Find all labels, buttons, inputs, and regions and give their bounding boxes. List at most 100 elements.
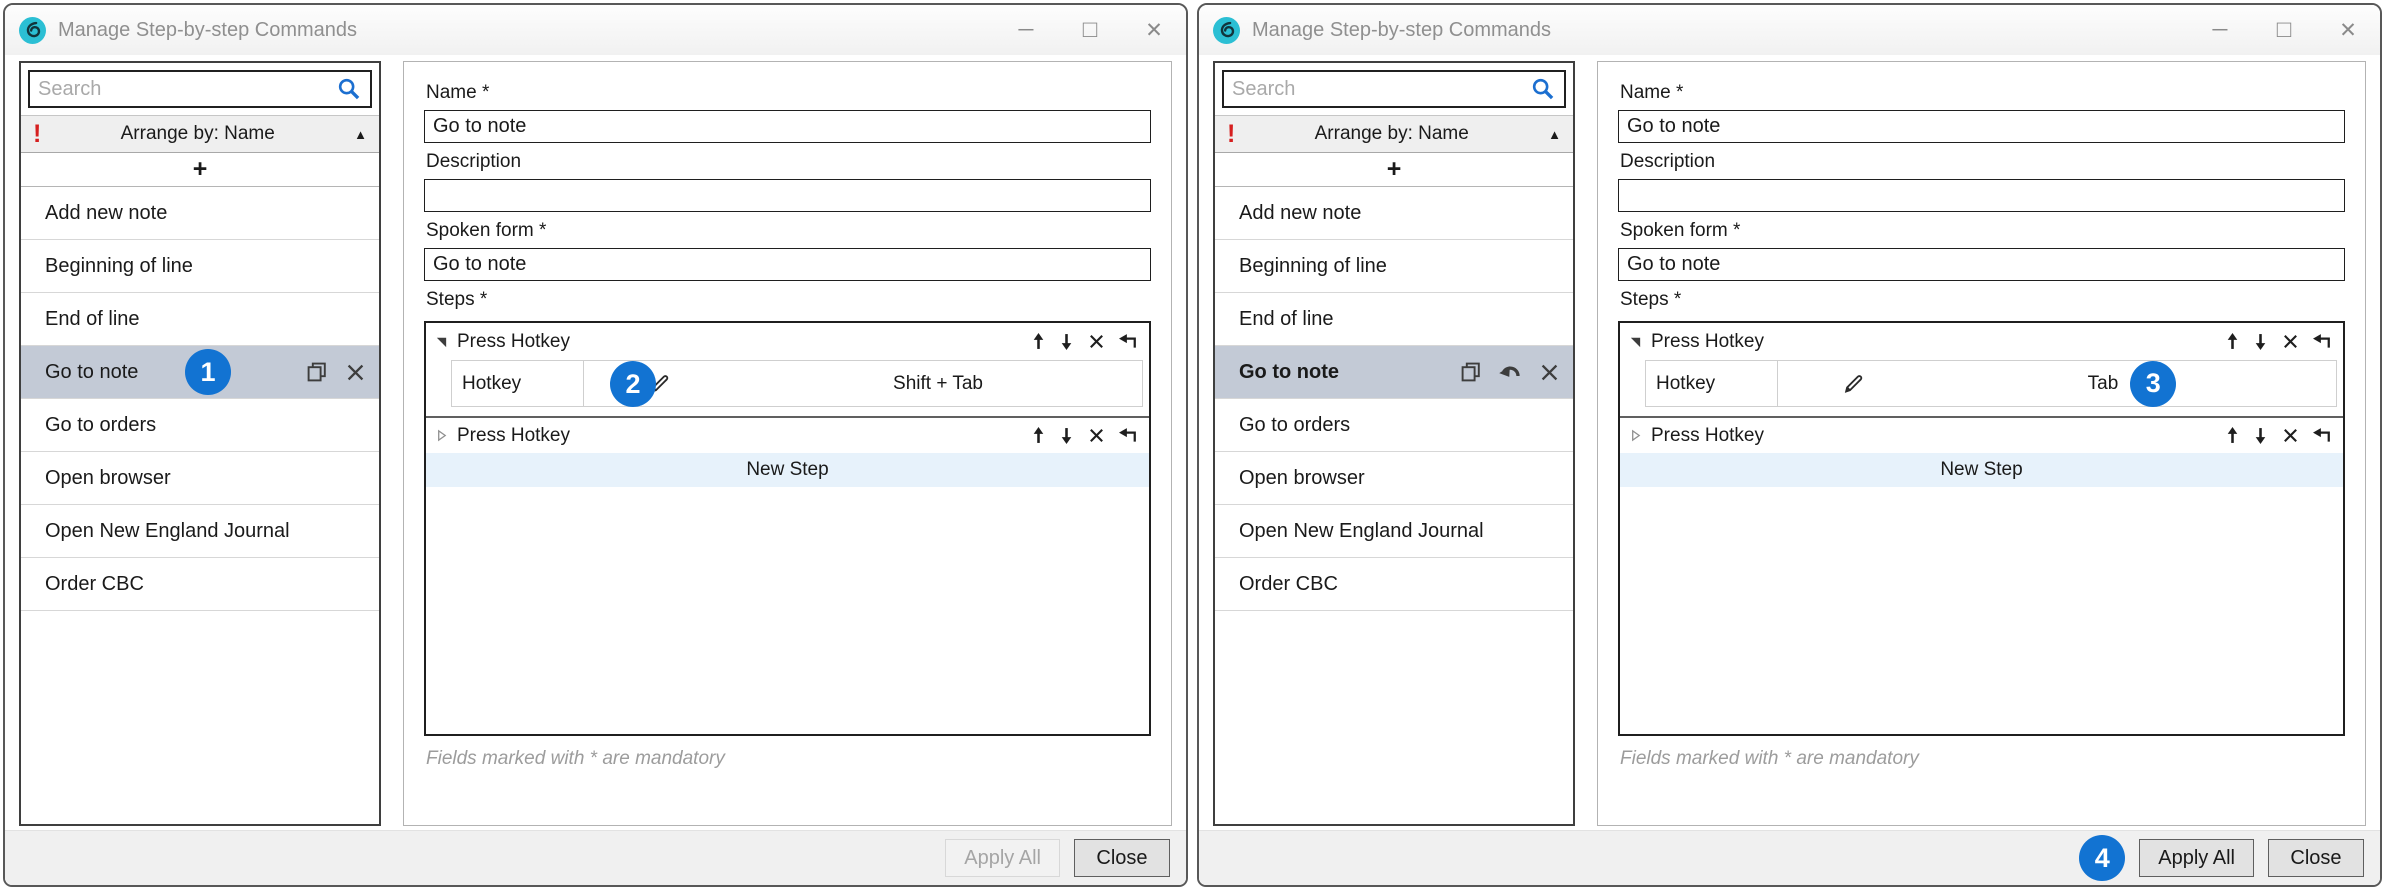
undo-step-icon[interactable]: [2313, 428, 2331, 444]
close-button[interactable]: Close: [1074, 839, 1170, 877]
app-dragon-icon: [1213, 17, 1240, 44]
close-window-button[interactable]: ✕: [1122, 5, 1186, 55]
title-bar[interactable]: Manage Step-by-step Commands ─ □ ✕: [5, 5, 1186, 55]
delete-step-icon[interactable]: [1087, 426, 1106, 445]
step-header-expanded[interactable]: Press Hotkey: [1620, 323, 2343, 360]
command-item[interactable]: Beginning of line: [21, 240, 379, 293]
name-input[interactable]: [1618, 110, 2345, 143]
undo-changes-icon[interactable]: [1498, 360, 1523, 385]
description-input[interactable]: [1618, 179, 2345, 212]
undo-step-icon[interactable]: [2313, 334, 2331, 350]
expander-expanded-icon[interactable]: [1629, 335, 1642, 348]
steps-label: Steps *: [426, 289, 1151, 311]
delete-command-icon[interactable]: [344, 361, 367, 384]
spoken-form-input[interactable]: [1618, 248, 2345, 281]
copy-command-icon[interactable]: [1459, 360, 1483, 384]
step-header-collapsed[interactable]: Press Hotkey: [1620, 416, 2343, 453]
command-item[interactable]: Add new note: [21, 187, 379, 240]
search-icon[interactable]: [336, 76, 362, 102]
delete-step-icon[interactable]: [2281, 332, 2300, 351]
close-button[interactable]: Close: [2268, 839, 2364, 877]
step-actions: [1031, 332, 1137, 351]
spoken-form-label: Spoken form *: [1620, 220, 2345, 242]
annotation-badge-2: 2: [610, 361, 656, 407]
sort-ascending-icon: ▲: [354, 127, 367, 142]
sort-ascending-icon: ▲: [1548, 127, 1561, 142]
delete-step-icon[interactable]: [1087, 332, 1106, 351]
close-window-button[interactable]: ✕: [2316, 5, 2380, 55]
title-bar[interactable]: Manage Step-by-step Commands ─ □ ✕: [1199, 5, 2380, 55]
arrange-by-header[interactable]: ! Arrange by: Name ▲: [1215, 115, 1573, 153]
move-step-down-icon[interactable]: [1059, 427, 1074, 444]
description-input[interactable]: [424, 179, 1151, 212]
undo-step-icon[interactable]: [1119, 334, 1137, 350]
move-step-up-icon[interactable]: [1031, 427, 1046, 444]
minimize-button[interactable]: ─: [994, 5, 1058, 55]
command-item[interactable]: Open browser: [1215, 452, 1573, 505]
command-form-panel: Name * Description Spoken form * Steps *…: [403, 61, 1172, 826]
hotkey-value[interactable]: Tab 3: [1928, 361, 2336, 406]
window-title: Manage Step-by-step Commands: [58, 19, 357, 42]
command-item[interactable]: Add new note: [1215, 187, 1573, 240]
apply-all-button[interactable]: Apply All: [945, 839, 1060, 877]
command-item[interactable]: Go to orders: [1215, 399, 1573, 452]
name-label: Name *: [426, 82, 1151, 104]
move-step-up-icon[interactable]: [2225, 333, 2240, 350]
hotkey-value[interactable]: Shift + Tab: [734, 361, 1142, 406]
search-input[interactable]: [1232, 78, 1524, 101]
step-header-expanded[interactable]: Press Hotkey: [426, 323, 1149, 360]
command-item[interactable]: Open browser: [21, 452, 379, 505]
steps-label: Steps *: [1620, 289, 2345, 311]
maximize-button[interactable]: □: [2252, 5, 2316, 55]
move-step-down-icon[interactable]: [2253, 427, 2268, 444]
command-item[interactable]: Order CBC: [1215, 558, 1573, 611]
arrange-by-header[interactable]: ! Arrange by: Name ▲: [21, 115, 379, 153]
move-step-down-icon[interactable]: [2253, 333, 2268, 350]
undo-step-icon[interactable]: [1119, 428, 1137, 444]
alert-icon: !: [33, 122, 41, 147]
command-item[interactable]: Beginning of line: [1215, 240, 1573, 293]
move-step-down-icon[interactable]: [1059, 333, 1074, 350]
annotation-badge-3: 3: [2130, 361, 2176, 407]
command-item[interactable]: End of line: [21, 293, 379, 346]
add-command-button[interactable]: +: [1215, 153, 1573, 187]
new-step-button[interactable]: New Step: [1620, 453, 2343, 487]
delete-command-icon[interactable]: [1538, 361, 1561, 384]
command-item[interactable]: Go to orders: [21, 399, 379, 452]
expander-expanded-icon[interactable]: [435, 335, 448, 348]
add-command-button[interactable]: +: [21, 153, 379, 187]
move-step-up-icon[interactable]: [1031, 333, 1046, 350]
expander-collapsed-icon[interactable]: [1629, 429, 1642, 442]
command-item[interactable]: Open New England Journal: [1215, 505, 1573, 558]
name-input[interactable]: [424, 110, 1151, 143]
annotation-badge-1: 1: [185, 349, 231, 395]
arrange-by-label: Arrange by: Name: [41, 123, 354, 145]
minimize-button[interactable]: ─: [2188, 5, 2252, 55]
command-item[interactable]: Open New England Journal: [21, 505, 379, 558]
command-item-selected[interactable]: Go to note: [1215, 346, 1573, 399]
mandatory-fields-note: Fields marked with * are mandatory: [1620, 748, 2345, 770]
command-item[interactable]: End of line: [1215, 293, 1573, 346]
search-icon[interactable]: [1530, 76, 1556, 102]
copy-command-icon[interactable]: [305, 360, 329, 384]
spoken-form-input[interactable]: [424, 248, 1151, 281]
apply-all-button[interactable]: Apply All: [2139, 839, 2254, 877]
search-input[interactable]: [38, 78, 330, 101]
edit-pencil-icon[interactable]: [1840, 370, 1867, 397]
footer-bar: Apply All Close: [5, 830, 1186, 885]
window-controls: ─ □ ✕: [2188, 5, 2380, 55]
maximize-button[interactable]: □: [1058, 5, 1122, 55]
step-actions: [2225, 426, 2331, 445]
step-header-collapsed[interactable]: Press Hotkey: [426, 416, 1149, 453]
command-item[interactable]: Order CBC: [21, 558, 379, 611]
hotkey-field-label: Hotkey: [452, 361, 584, 406]
command-item-selected[interactable]: Go to note 1: [21, 346, 379, 399]
move-step-up-icon[interactable]: [2225, 427, 2240, 444]
search-box: [28, 70, 372, 108]
expander-collapsed-icon[interactable]: [435, 429, 448, 442]
delete-step-icon[interactable]: [2281, 426, 2300, 445]
window-content: ! Arrange by: Name ▲ + Add new note Begi…: [5, 55, 1186, 830]
window-2: Manage Step-by-step Commands ─ □ ✕: [1197, 3, 2382, 887]
new-step-button[interactable]: New Step: [426, 453, 1149, 487]
arrange-by-label: Arrange by: Name: [1235, 123, 1548, 145]
